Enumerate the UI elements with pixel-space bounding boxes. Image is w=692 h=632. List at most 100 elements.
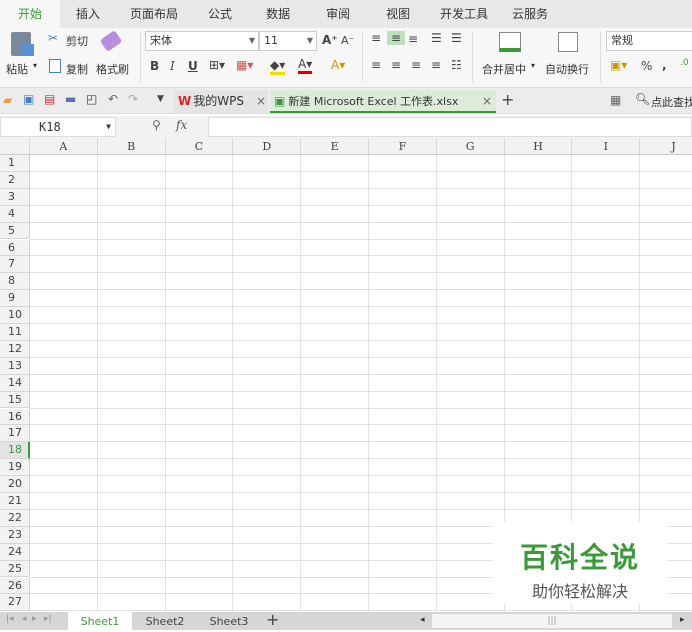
row-header-11[interactable]: 11 — [0, 324, 30, 341]
row-header-17[interactable]: 17 — [0, 425, 30, 443]
decrease-font-icon[interactable]: A⁻ — [341, 34, 354, 47]
tab-home[interactable]: 开始 — [0, 0, 61, 28]
format-painter-icon[interactable] — [99, 30, 123, 52]
export-pdf-icon[interactable]: ▤ — [44, 92, 55, 106]
row-header-25[interactable]: 25 — [0, 560, 30, 578]
percent-button[interactable]: % — [641, 59, 652, 73]
fx-button[interactable]: fx — [176, 118, 187, 132]
column-header-I[interactable]: I — [572, 138, 641, 155]
italic-button[interactable]: I — [170, 59, 175, 73]
column-header-C[interactable]: C — [165, 138, 234, 155]
column-header-D[interactable]: D — [233, 138, 302, 155]
row-header-2[interactable]: 2 — [0, 171, 30, 189]
paste-dropdown-icon[interactable]: ▾ — [33, 61, 37, 70]
align-center-icon[interactable]: ≡ — [391, 58, 401, 72]
tab-view[interactable]: 视图 — [368, 0, 428, 28]
fill-color-icon[interactable]: ◆▾ — [270, 58, 286, 75]
row-header-26[interactable]: 26 — [0, 577, 30, 595]
cut-button[interactable]: 剪切 — [66, 33, 88, 49]
column-header-B[interactable]: B — [97, 138, 166, 155]
row-header-10[interactable]: 10 — [0, 307, 30, 324]
customize-dropdown-icon[interactable]: ▼ — [157, 94, 164, 104]
column-header-H[interactable]: H — [504, 138, 573, 155]
wrap-text-icon[interactable] — [558, 32, 578, 52]
clear-format-icon[interactable]: A▾ — [331, 58, 345, 72]
tab-insert[interactable]: 插入 — [60, 0, 116, 28]
font-size-select[interactable]: 11 ▼ — [259, 31, 317, 51]
increase-decimal-icon[interactable]: .0 — [680, 58, 689, 68]
font-name-select[interactable]: 宋体 ▼ — [145, 31, 259, 51]
row-header-24[interactable]: 24 — [0, 543, 30, 561]
copy-icon[interactable] — [49, 59, 61, 73]
tab-data[interactable]: 数据 — [248, 0, 308, 28]
column-header-A[interactable]: A — [30, 138, 98, 155]
tab-list-icon[interactable]: ▦ — [610, 93, 621, 107]
column-header-J[interactable]: J — [640, 138, 692, 155]
tab-cloud[interactable]: 云服务 — [500, 0, 560, 28]
copy-button[interactable]: 复制 — [66, 61, 88, 77]
row-header-16[interactable]: 16 — [0, 408, 30, 426]
row-header-21[interactable]: 21 — [0, 493, 30, 510]
scroll-left-icon[interactable]: ◂ — [420, 615, 425, 625]
close-icon[interactable]: × — [482, 90, 492, 113]
column-header-F[interactable]: F — [369, 138, 437, 155]
row-header-23[interactable]: 23 — [0, 526, 30, 544]
print-preview-icon[interactable]: ◰ — [86, 92, 97, 106]
print-icon[interactable]: ▬ — [65, 92, 76, 106]
paste-icon[interactable] — [11, 32, 34, 56]
save-icon[interactable]: ▣ — [23, 92, 34, 106]
number-format-select[interactable]: 常规 — [606, 31, 692, 51]
font-color-icon[interactable]: A▾ — [298, 57, 313, 74]
sheet-tab-sheet2[interactable]: Sheet2 — [134, 612, 196, 630]
undo-icon[interactable]: ↶ — [108, 92, 118, 106]
tab-review[interactable]: 审阅 — [308, 0, 368, 28]
merge-center-button[interactable]: 合并居中 — [482, 61, 526, 77]
wrap-text-button[interactable]: 自动换行 — [545, 61, 589, 77]
sheet-nav-prev-icon[interactable]: ◂ — [22, 614, 27, 624]
row-header-18[interactable]: 18 — [0, 442, 30, 460]
select-all-corner[interactable] — [0, 138, 30, 155]
tab-page-layout[interactable]: 页面布局 — [116, 0, 192, 28]
add-sheet-button[interactable]: + — [266, 610, 279, 629]
tab-formulas[interactable]: 公式 — [192, 0, 248, 28]
comma-button[interactable]: , — [662, 58, 667, 72]
scroll-right-icon[interactable]: ▸ — [680, 615, 685, 625]
row-header-4[interactable]: 4 — [0, 205, 30, 223]
row-header-22[interactable]: 22 — [0, 509, 30, 527]
row-header-27[interactable]: 27 — [0, 594, 30, 612]
cut-icon[interactable]: ✂ — [48, 31, 58, 45]
align-bottom-icon[interactable]: ≡ — [408, 32, 418, 46]
increase-font-icon[interactable]: A⁺ — [322, 33, 338, 47]
distributed-icon[interactable]: ☷ — [451, 58, 462, 72]
align-left-icon[interactable]: ≡ — [371, 58, 381, 72]
name-box[interactable]: K18 ▼ — [0, 117, 116, 137]
row-header-14[interactable]: 14 — [0, 374, 30, 392]
sheet-tab-sheet3[interactable]: Sheet3 — [198, 612, 260, 630]
formula-input[interactable] — [208, 117, 692, 137]
row-header-3[interactable]: 3 — [0, 188, 30, 206]
tab-document[interactable]: ▣ 新建 Microsoft Excel 工作表.xlsx × — [270, 90, 496, 113]
row-header-20[interactable]: 20 — [0, 476, 30, 493]
sheet-tab-sheet1[interactable]: Sheet1 — [68, 612, 132, 630]
row-header-12[interactable]: 12 — [0, 340, 30, 358]
format-painter-button[interactable]: 格式刷 — [96, 61, 129, 77]
decrease-indent-icon[interactable]: ☰ — [431, 31, 442, 45]
zoom-function-icon[interactable]: ⚲ — [152, 118, 161, 132]
currency-icon[interactable]: ▣▾ — [610, 58, 627, 72]
underline-button[interactable]: U — [188, 59, 198, 73]
sheet-nav-last-icon[interactable]: ▸| — [44, 614, 52, 624]
row-header-5[interactable]: 5 — [0, 222, 30, 240]
tab-developer[interactable]: 开发工具 — [428, 0, 500, 28]
new-tab-button[interactable]: + — [501, 90, 514, 109]
sheet-nav-next-icon[interactable]: ▸ — [32, 614, 37, 624]
paste-button[interactable]: 粘贴 — [6, 61, 28, 77]
redo-icon[interactable]: ↷ — [128, 92, 138, 106]
open-icon[interactable]: ▰ — [3, 93, 12, 107]
chevron-down-icon[interactable]: ▼ — [106, 118, 111, 136]
bold-button[interactable]: B — [150, 59, 159, 73]
row-header-15[interactable]: 15 — [0, 391, 30, 409]
align-middle-icon[interactable]: ≡ — [387, 31, 405, 45]
align-top-icon[interactable]: ≡ — [371, 31, 381, 45]
row-header-7[interactable]: 7 — [0, 256, 30, 274]
search-box[interactable]: 点此查找 — [651, 94, 692, 110]
